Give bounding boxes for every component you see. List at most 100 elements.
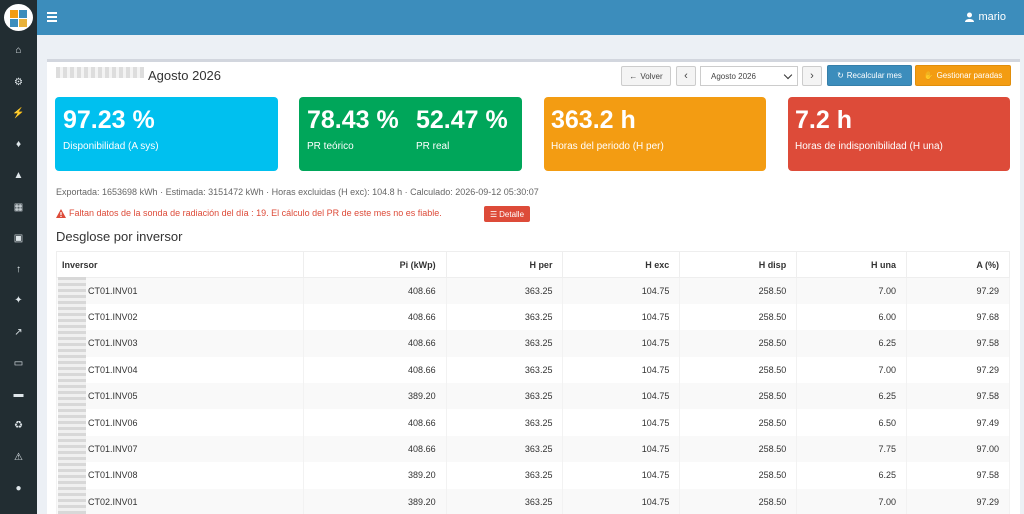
sidebar-item-plug[interactable]: ⚡ [0, 103, 37, 123]
inverter-name-cell: CT01.INV03 [56, 330, 304, 357]
month-select[interactable]: Agosto 2026 [700, 66, 798, 86]
inverter-name-cell: CT01.INV07 [56, 435, 304, 463]
period-hours-card: 363.2 h Horas del periodo (H per) [544, 97, 766, 171]
sidebar-item-android[interactable]: ● [0, 478, 37, 498]
table-row[interactable]: CT01.INV04 408.66 363.25 104.75 258.50 7.00 97… [56, 356, 1010, 384]
pr-card: 78.43 % PR teórico 52.47 % PR real [299, 97, 522, 171]
sidebar-item-credit-card[interactable]: ▬ [0, 384, 37, 404]
table-cell: 363.25 [445, 409, 564, 436]
gear-icon: ⚙ [14, 76, 23, 88]
next-month-button[interactable]: › [802, 66, 822, 86]
pr-theoretical-value: 78.43 % [307, 106, 399, 134]
table-cell: 258.50 [679, 277, 798, 304]
table-cell: 363.25 [445, 462, 564, 489]
table-cell: 104.75 [562, 488, 681, 514]
table-row[interactable]: CT01.INV08 389.20 363.25 104.75 258.50 6.25 97… [56, 462, 1010, 489]
table-cell: 7.00 [796, 488, 908, 514]
sidebar-item-upload[interactable]: ↑ [0, 259, 37, 279]
refresh-icon: ↻ [837, 71, 844, 80]
table-cell: 408.66 [302, 330, 447, 357]
sidebar-item-wrench[interactable]: ✦ [0, 290, 37, 310]
sidebar-item-monitor[interactable]: ▣ [0, 228, 37, 248]
table-cell: 408.66 [302, 303, 447, 331]
pr-theoretical-label: PR teórico [307, 141, 354, 152]
menu-toggle-icon[interactable] [47, 12, 57, 22]
detail-button[interactable]: ☰ Detalle [484, 206, 530, 222]
pr-real-label: PR real [416, 141, 450, 152]
table-row[interactable]: CT02.INV01 389.20 363.25 104.75 258.50 7.00 97… [56, 488, 1010, 514]
table-cell: 97.49 [906, 409, 1010, 436]
sidebar-item-bell[interactable]: ♦ [0, 134, 37, 154]
availability-label: Disponibilidad (A sys) [63, 141, 159, 152]
table-cell: 408.66 [302, 277, 447, 304]
logo-square-blue-2 [10, 19, 18, 27]
table-cell: 104.75 [562, 277, 681, 304]
logo-square-orange [10, 10, 18, 18]
table-row[interactable]: CT01.INV02 408.66 363.25 104.75 258.50 6.00 97… [56, 303, 1010, 331]
table-row[interactable]: CT01.INV03 408.66 363.25 104.75 258.50 6.25 97… [56, 330, 1010, 357]
table-cell: 104.75 [562, 435, 681, 463]
sidebar-item-area-chart[interactable]: ▲ [0, 165, 37, 185]
table-cell: 363.25 [445, 488, 564, 514]
prev-month-button[interactable]: ‹ [676, 66, 696, 86]
sidebar-item-recycle[interactable]: ♻ [0, 415, 37, 435]
table-row[interactable]: CT01.INV05 389.20 363.25 104.75 258.50 6.25 97… [56, 383, 1010, 410]
table-row[interactable]: CT01.INV06 408.66 363.25 104.75 258.50 6.50 97… [56, 409, 1010, 436]
inverter-name-cell: CT01.INV05 [56, 383, 304, 410]
credit-card-icon: ▬ [13, 388, 24, 400]
column-header[interactable]: Pi (kWp) [302, 251, 447, 278]
top-navbar: mario [37, 0, 1024, 35]
column-header[interactable]: A (%) [906, 251, 1010, 278]
app-logo[interactable] [4, 4, 33, 31]
sidebar-item-home[interactable]: ⌂ [0, 40, 37, 60]
pr-real-value: 52.47 % [416, 106, 508, 134]
table-cell: 97.29 [906, 277, 1010, 304]
map-icon: ▦ [13, 201, 24, 213]
table-cell: 6.00 [796, 303, 908, 331]
table-cell: 7.75 [796, 435, 908, 463]
inverter-name-cell: CT01.INV06 [56, 409, 304, 436]
inverter-name-cell: CT01.INV01 [56, 277, 304, 304]
back-button[interactable]: ← Volver [621, 66, 671, 86]
column-header[interactable]: H una [796, 251, 908, 278]
column-header[interactable]: Inversor [56, 251, 304, 278]
inverter-name-cell: CT02.INV01 [56, 488, 304, 514]
radiation-warning: Faltan datos de la sonda de radiación de… [56, 208, 442, 218]
manage-stops-button[interactable]: ✋ Gestionar paradas [915, 65, 1011, 86]
table-cell: 258.50 [679, 462, 798, 489]
table-row[interactable]: CT01.INV07 408.66 363.25 104.75 258.50 7.75 97… [56, 435, 1010, 463]
table-cell: 408.66 [302, 409, 447, 436]
sidebar-item-battery[interactable]: ▭ [0, 353, 37, 373]
hand-icon: ✋ [923, 71, 934, 80]
table-header-row: Inversor Pi (kWp) H per H exc H disp H una A (… [56, 251, 1010, 278]
bell-icon: ♦ [15, 138, 22, 150]
sidebar-item-line-chart[interactable]: ↗ [0, 322, 37, 342]
table-cell: 7.00 [796, 277, 908, 304]
table-cell: 104.75 [562, 303, 681, 331]
sidebar-item-map[interactable]: ▦ [0, 197, 37, 217]
table-cell: 104.75 [562, 409, 681, 436]
table-cell: 6.25 [796, 383, 908, 410]
unavailability-card: 7.2 h Horas de indisponibilidad (H una) [788, 97, 1010, 171]
table-cell: 363.25 [445, 303, 564, 331]
column-header[interactable]: H exc [562, 251, 681, 278]
table-cell: 258.50 [679, 488, 798, 514]
table-cell: 258.50 [679, 383, 798, 410]
column-header[interactable]: H per [445, 251, 564, 278]
table-cell: 6.25 [796, 462, 908, 489]
inverter-table: Inversor Pi (kWp) H per H exc H disp H una A (… [56, 251, 1010, 514]
table-row[interactable]: CT01.INV01 408.66 363.25 104.75 258.50 7.00 97… [56, 277, 1010, 304]
sidebar-item-warning[interactable]: ⚠ [0, 447, 37, 467]
table-cell: 363.25 [445, 277, 564, 304]
chevron-down-icon [783, 70, 793, 80]
table-cell: 97.29 [906, 356, 1010, 384]
table-cell: 389.20 [302, 383, 447, 410]
home-icon: ⌂ [15, 44, 22, 56]
recalculate-month-button[interactable]: ↻ Recalcular mes [827, 65, 912, 86]
user-name: mario [978, 11, 1006, 23]
table-cell: 104.75 [562, 383, 681, 410]
detail-label: Detalle [499, 209, 525, 219]
column-header[interactable]: H disp [679, 251, 798, 278]
sidebar-item-gear[interactable]: ⚙ [0, 72, 37, 92]
user-menu[interactable]: mario [965, 11, 1006, 23]
